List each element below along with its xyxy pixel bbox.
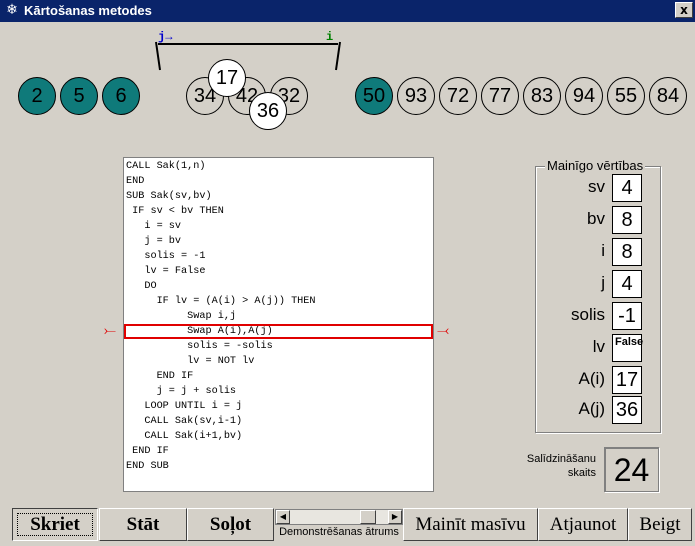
array-element: 50 <box>355 77 393 115</box>
code-line: IF sv < bv THEN <box>126 206 224 217</box>
variable-value: 4 <box>612 174 642 202</box>
code-line: lv = False <box>126 266 206 277</box>
array-element: 93 <box>397 77 435 115</box>
code-line: solis = -1 <box>126 251 206 262</box>
variable-value: 8 <box>612 206 642 234</box>
variable-value: False <box>612 334 643 362</box>
refresh-button[interactable]: Atjaunot <box>538 508 628 541</box>
variable-label: i <box>601 241 605 260</box>
code-line: END SUB <box>126 461 169 472</box>
code-line: i = sv <box>126 221 182 232</box>
array-element: 72 <box>439 77 477 115</box>
variable-label: A(j) <box>578 399 605 418</box>
variable-label: sv <box>588 177 605 196</box>
compared-element-bottom: 36 <box>249 92 287 130</box>
comparisons-label: Salīdzināšanu skaits <box>510 452 596 480</box>
code-line: END <box>126 176 145 187</box>
variable-label: solis <box>570 305 605 324</box>
array-element: 84 <box>649 77 687 115</box>
compared-element-top: 17 <box>208 59 246 97</box>
array-element: 94 <box>565 77 603 115</box>
variable-value: 36 <box>612 396 642 424</box>
i-pointer-label: i <box>326 30 334 44</box>
stop-button[interactable]: Stāt <box>99 508 187 541</box>
close-button[interactable]: x <box>675 2 693 18</box>
variable-value: -1 <box>612 302 642 330</box>
variable-label: j <box>601 273 605 292</box>
code-line: CALL Sak(sv,i-1) <box>126 416 243 427</box>
array-element: 77 <box>481 77 519 115</box>
comparisons-label-line1: Salīdzināšanu <box>526 453 596 465</box>
code-line: solis = -solis <box>126 341 273 352</box>
quit-button[interactable]: Beigt <box>628 508 692 541</box>
variable-label: bv <box>587 209 605 228</box>
comparisons-label-line2: skaits <box>567 467 596 479</box>
variables-title: Mainīgo vērtības <box>545 158 646 173</box>
main-window: ❄ Kārtošanas metodes x j→ i 2 5 6 34 42 … <box>0 0 695 546</box>
code-line: LOOP UNTIL i = j <box>126 401 243 412</box>
code-line: j = j + solis <box>126 386 237 397</box>
variable-label: lv <box>592 337 605 356</box>
code-line: END IF <box>126 446 169 457</box>
variable-value: 4 <box>612 270 642 298</box>
code-line: SUB Sak(sv,bv) <box>126 191 212 202</box>
speed-scroll-thumb[interactable] <box>360 510 376 524</box>
array-element: 6 <box>102 77 140 115</box>
current-line-highlight <box>124 324 433 339</box>
comparisons-count: 24 <box>604 447 659 492</box>
run-button[interactable]: Skriet <box>12 508 98 541</box>
code-line: CALL Sak(1,n) <box>126 161 206 172</box>
step-button[interactable]: Soļot <box>187 508 274 541</box>
array-element: 83 <box>523 77 561 115</box>
speed-label: Demonstrēšanas ātrums <box>279 526 399 538</box>
j-pointer-label: j→ <box>158 30 173 44</box>
range-bracket <box>152 30 344 76</box>
code-line: DO <box>126 281 157 292</box>
code-line: lv = NOT lv <box>126 356 255 367</box>
scroll-left-arrow-icon[interactable]: ◀ <box>276 510 290 524</box>
variable-label: A(i) <box>578 369 605 388</box>
variables-group <box>535 166 661 433</box>
code-line: IF lv = (A(i) > A(j)) THEN <box>126 296 316 307</box>
array-element: 5 <box>60 77 98 115</box>
change-array-button[interactable]: Mainīt masīvu <box>403 508 538 541</box>
code-line: CALL Sak(i+1,bv) <box>126 431 243 442</box>
variable-value: 8 <box>612 238 642 266</box>
title-bar: ❄ Kārtošanas metodes x <box>0 0 695 22</box>
current-line-left-arrow-icon: ⤚ <box>104 321 117 339</box>
code-line: Swap i,j <box>126 311 237 322</box>
scroll-right-arrow-icon[interactable]: ▶ <box>388 510 402 524</box>
speed-scrollbar[interactable]: ◀ ▶ <box>275 509 403 525</box>
window-title: Kārtošanas metodes <box>24 3 152 18</box>
array-element: 2 <box>18 77 56 115</box>
current-line-right-arrow-icon: ⤙ <box>437 321 450 339</box>
focus-rectangle <box>17 513 93 536</box>
code-line: END IF <box>126 371 194 382</box>
variable-value: 17 <box>612 366 642 394</box>
code-line: j = bv <box>126 236 182 247</box>
snowflake-icon: ❄ <box>6 2 18 18</box>
array-element: 55 <box>607 77 645 115</box>
